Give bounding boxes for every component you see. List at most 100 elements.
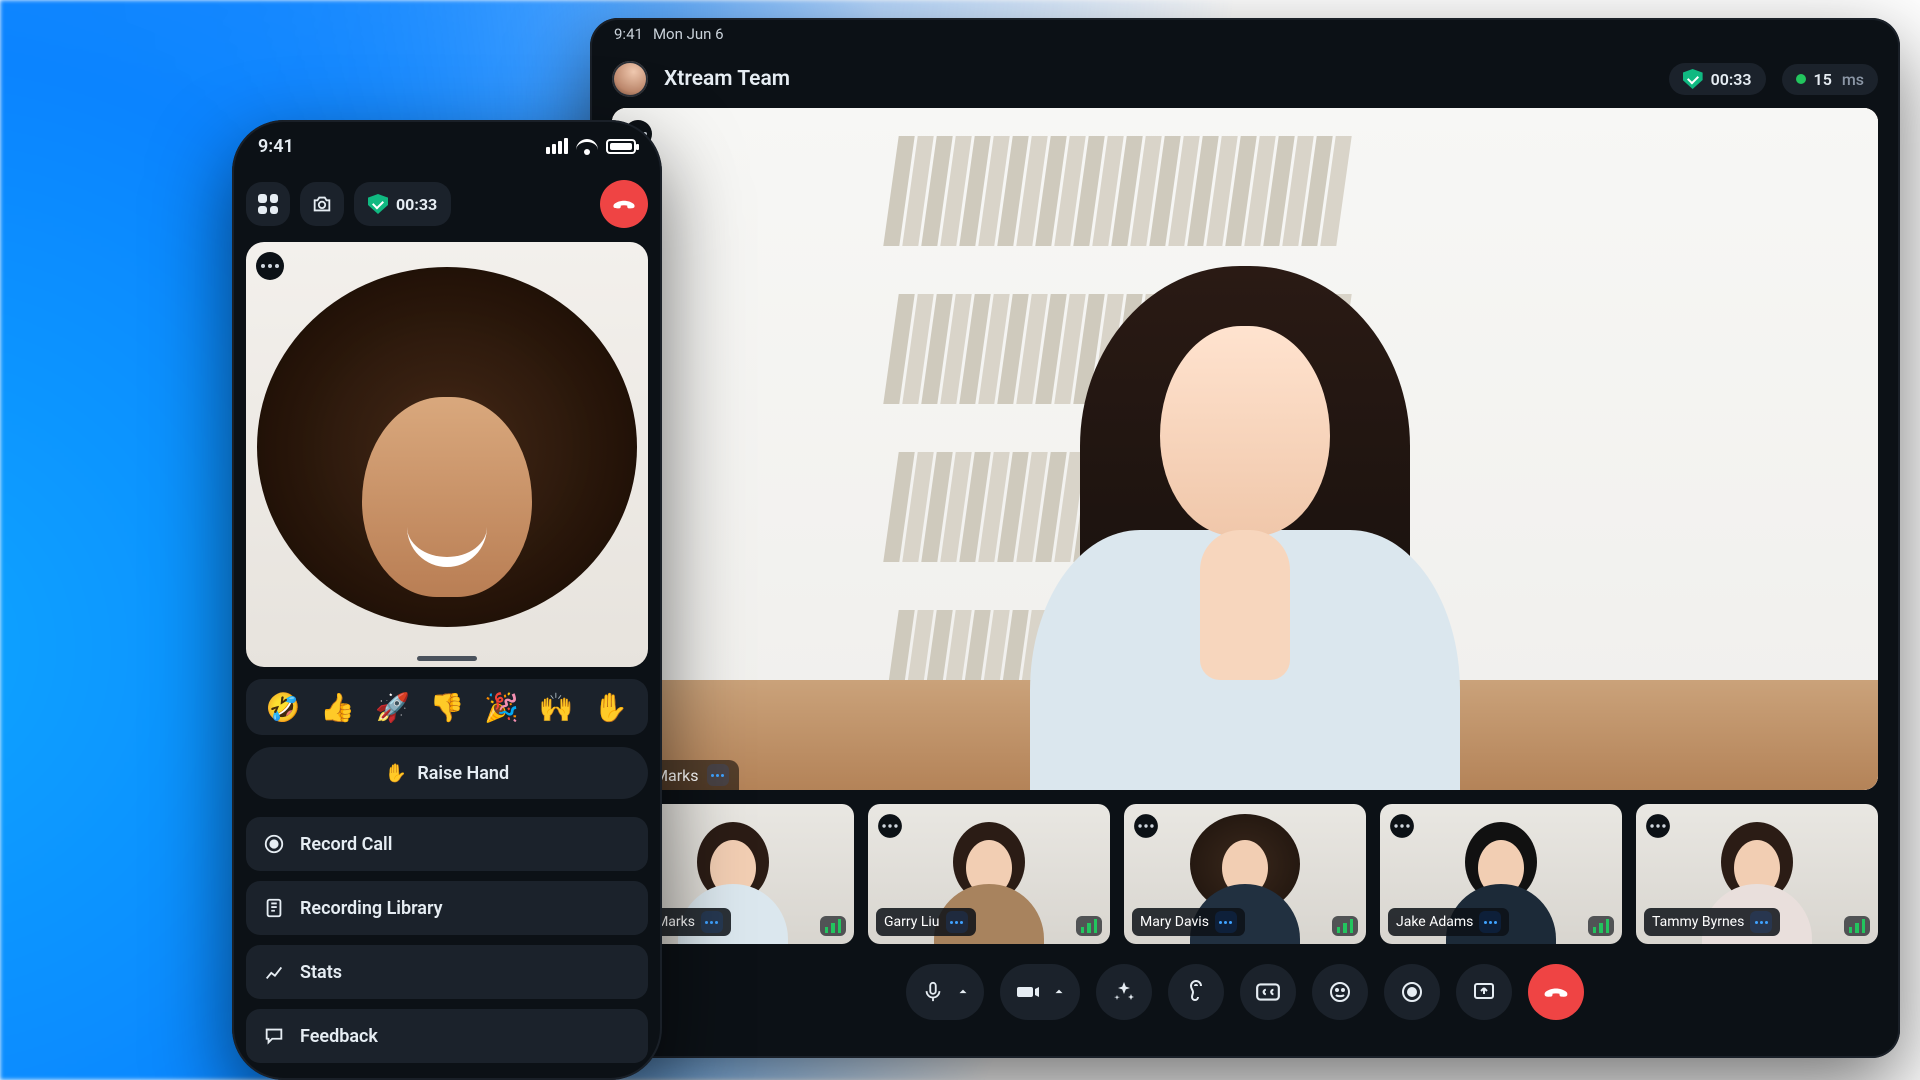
reaction-emoji[interactable]: 🚀 [375, 691, 410, 724]
chevron-up-icon[interactable] [950, 979, 976, 1005]
menu-feedback[interactable]: Feedback [246, 1009, 648, 1063]
record-icon [262, 832, 286, 856]
reaction-emoji[interactable]: 🙌 [539, 691, 574, 724]
raise-hand-label: Raise Hand [417, 763, 509, 784]
mic-button[interactable] [906, 964, 984, 1020]
call-timer: 00:33 [1711, 70, 1752, 89]
phone-status-time: 9:41 [258, 136, 294, 157]
phone-end-call-button[interactable] [600, 180, 648, 228]
name-badge-more-icon[interactable] [1750, 911, 1772, 933]
effects-button[interactable] [1096, 964, 1152, 1020]
reaction-emoji[interactable]: 👍 [320, 691, 355, 724]
menu-item-label: Recording Library [300, 898, 443, 919]
tile-more-button[interactable] [878, 814, 902, 838]
name-badge-more-icon[interactable] [707, 764, 729, 786]
camera-button[interactable] [1000, 964, 1080, 1020]
captions-button[interactable] [1240, 964, 1296, 1020]
reaction-emoji[interactable]: ✋ [593, 691, 628, 724]
participant-tile[interactable]: Jake Adams [1380, 804, 1622, 944]
camera-photo-icon [311, 193, 333, 215]
reaction-emoji[interactable]: 🎉 [484, 691, 519, 724]
tile-more-button[interactable] [1646, 814, 1670, 838]
menu-recording-library[interactable]: Recording Library [246, 881, 648, 935]
cellular-signal-icon [546, 138, 568, 154]
phone-call-timer: 00:33 [396, 195, 437, 214]
menu-record-call[interactable]: Record Call [246, 817, 648, 871]
call-header: Xtream Team 00:33 15 ms [590, 50, 1900, 108]
tablet-status-time: 9:41 [614, 25, 643, 43]
camera-icon [1016, 980, 1040, 1004]
chevron-up-icon[interactable] [1046, 979, 1072, 1005]
tablet-status-bar: 9:41 Mon Jun 6 [590, 18, 1900, 50]
menu-item-label: Feedback [300, 1026, 378, 1047]
participant-name: Tammy Byrnes [1652, 914, 1744, 930]
menu-item-label: Stats [300, 962, 342, 983]
participant-tile[interactable]: Tammy Byrnes [1636, 804, 1878, 944]
team-name: Xtream Team [664, 67, 790, 91]
signal-strength-icon [1588, 916, 1614, 936]
participant-name: Mary Davis [1140, 914, 1209, 930]
name-badge-more-icon[interactable] [701, 911, 723, 933]
participant-tile[interactable]: Mary Davis [1124, 804, 1366, 944]
tablet-call-window: 9:41 Mon Jun 6 Xtream Team 00:33 15 ms [590, 18, 1900, 1058]
signal-strength-icon [1332, 916, 1358, 936]
stats-icon [262, 960, 286, 984]
team-avatar[interactable] [612, 61, 648, 97]
library-icon [262, 896, 286, 920]
sparkle-icon [1112, 980, 1136, 1004]
participant-name-badge: Tammy Byrnes [1644, 908, 1780, 936]
hand-icon: ✋ [385, 763, 407, 784]
main-video-tile[interactable]: Ann Marks [612, 108, 1878, 790]
record-button[interactable] [1384, 964, 1440, 1020]
tile-more-button[interactable] [1134, 814, 1158, 838]
phone-menu-list: Record Call Recording Library Stats Feed… [246, 817, 648, 1063]
feedback-icon [262, 1024, 286, 1048]
self-figure [246, 267, 648, 667]
end-call-icon [611, 191, 637, 217]
ear-icon [1184, 980, 1208, 1004]
shield-check-icon [1683, 69, 1703, 89]
tile-more-button[interactable] [1390, 814, 1414, 838]
share-screen-button[interactable] [1456, 964, 1512, 1020]
reaction-emoji[interactable]: 👎 [430, 691, 465, 724]
menu-item-label: Record Call [300, 834, 392, 855]
reactions-button[interactable] [1312, 964, 1368, 1020]
name-badge-more-icon[interactable] [946, 911, 968, 933]
participant-name: Jake Adams [1396, 914, 1473, 930]
name-badge-more-icon[interactable] [1479, 911, 1501, 933]
wifi-icon [576, 135, 598, 157]
reaction-emoji-row: 🤣 👍 🚀 👎 🎉 🙌 ✋ [246, 679, 648, 735]
record-icon [1400, 980, 1424, 1004]
phone-status-bar: 9:41 [232, 120, 662, 172]
layout-grid-button[interactable] [246, 182, 290, 226]
signal-strength-icon [1844, 916, 1870, 936]
snapshot-button[interactable] [300, 182, 344, 226]
sheet-grabber[interactable] [417, 656, 477, 661]
phone-call-topbar: 00:33 [232, 172, 662, 236]
latency-unit: ms [1842, 70, 1864, 89]
participant-name-badge: Jake Adams [1388, 908, 1509, 936]
latency-value: 15 [1814, 70, 1832, 89]
menu-stats[interactable]: Stats [246, 945, 648, 999]
self-video-tile[interactable] [246, 242, 648, 667]
name-badge-more-icon[interactable] [1215, 911, 1237, 933]
cc-icon [1255, 979, 1281, 1005]
connection-timer-pill[interactable]: 00:33 [1669, 63, 1766, 95]
latency-pill[interactable]: 15 ms [1782, 64, 1878, 95]
phone-call-window: 9:41 00:33 [232, 120, 662, 1080]
raise-hand-button[interactable]: ✋ Raise Hand [246, 747, 648, 799]
status-dot-icon [1796, 74, 1806, 84]
participant-name-badge: Mary Davis [1132, 908, 1245, 936]
emoji-icon [1328, 980, 1352, 1004]
reaction-emoji[interactable]: 🤣 [266, 691, 301, 724]
tablet-status-date: Mon Jun 6 [653, 25, 724, 43]
participant-tile[interactable]: Garry Liu [868, 804, 1110, 944]
battery-icon [606, 139, 636, 154]
signal-strength-icon [820, 916, 846, 936]
participant-name: Garry Liu [884, 914, 940, 930]
audio-button[interactable] [1168, 964, 1224, 1020]
mic-icon [922, 981, 944, 1003]
call-toolbar [590, 964, 1900, 1020]
end-call-button[interactable] [1528, 964, 1584, 1020]
phone-timer-pill[interactable]: 00:33 [354, 182, 451, 226]
